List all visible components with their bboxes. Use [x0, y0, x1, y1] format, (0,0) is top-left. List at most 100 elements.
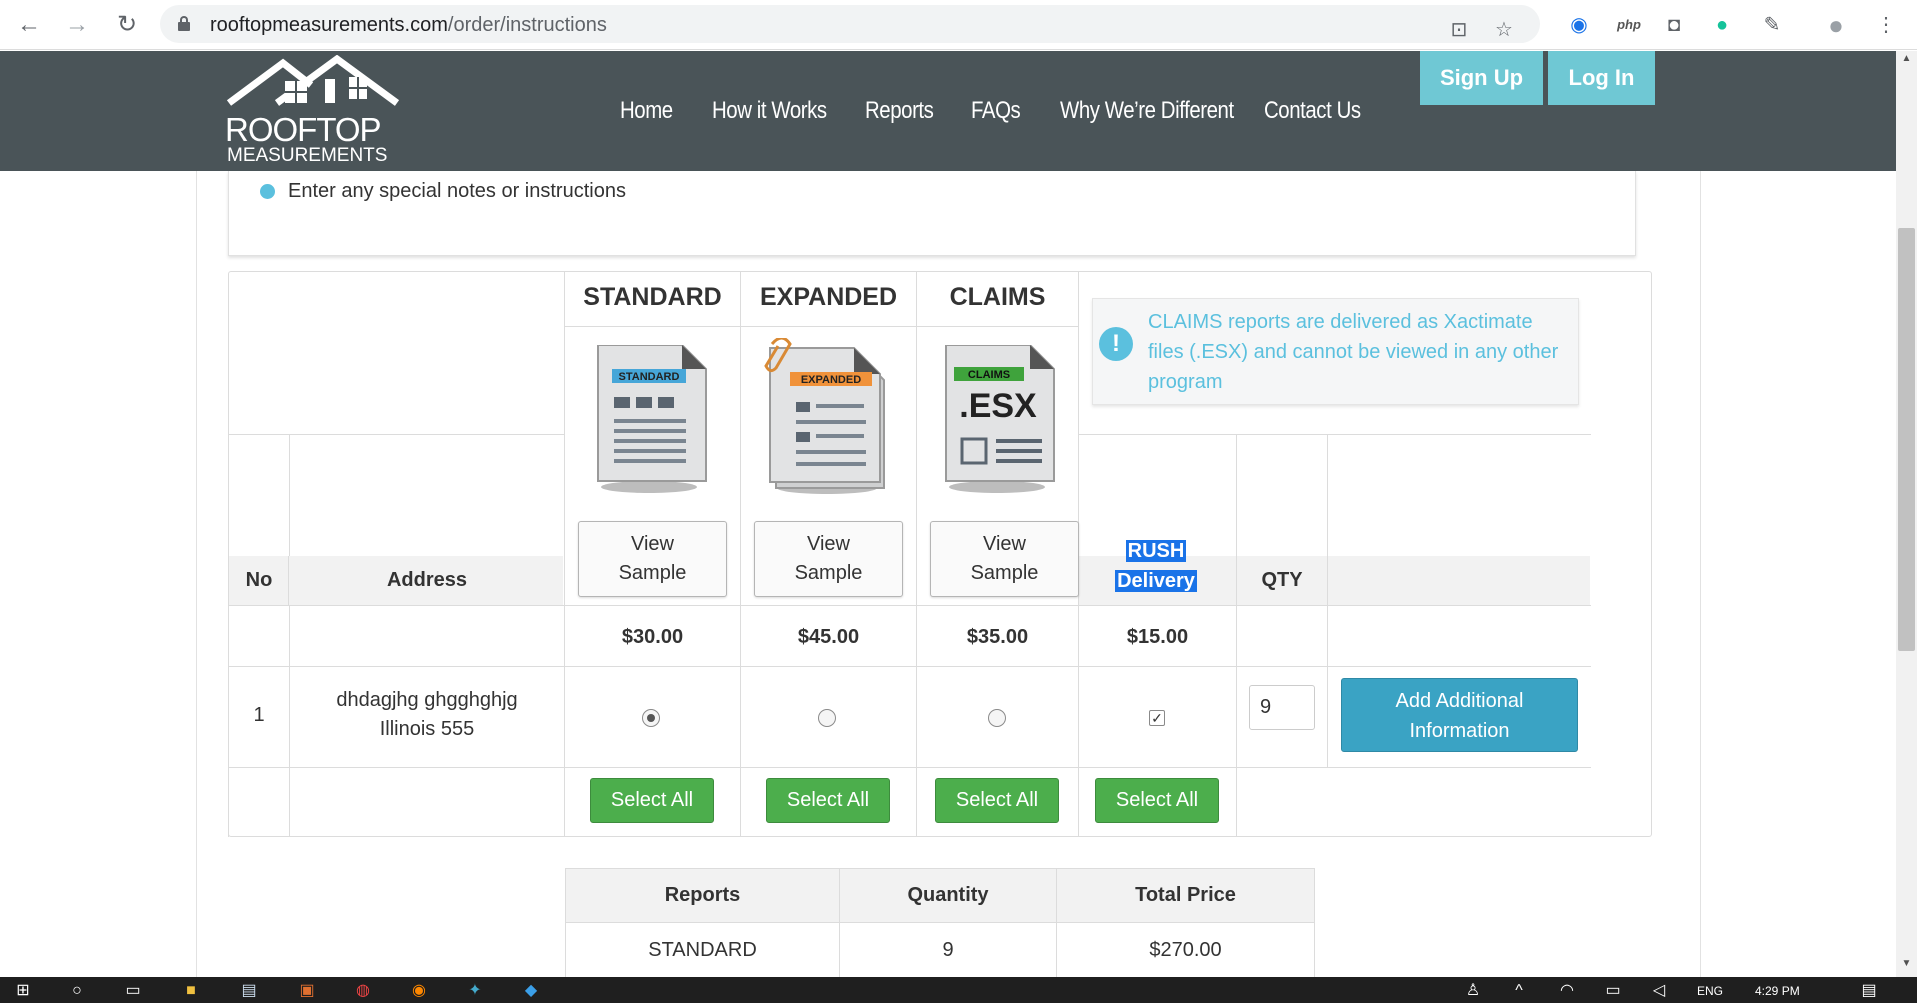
- sample-label: Sample: [970, 562, 1039, 584]
- expanded-badge-text: EXPANDED: [801, 374, 861, 386]
- eyedropper-icon[interactable]: ✎: [1758, 11, 1786, 39]
- app-icon[interactable]: ▣: [296, 980, 318, 1002]
- select-row-address-cell: [289, 767, 565, 837]
- task-view-icon[interactable]: ▭: [122, 980, 144, 1002]
- view-sample-claims-button[interactable]: View Sample: [930, 521, 1079, 597]
- claims-info-text: CLAIMS reports are delivered as Xactimat…: [1148, 311, 1559, 393]
- scrollbar-thumb[interactable]: [1898, 228, 1915, 651]
- windows-taskbar: ⊞ ○ ▭ ■ ▤ ▣ ◍ ◉ ✦ ◆ ♙ ^ ◠ ▭ ◁ ENG 4:29 P…: [0, 977, 1917, 1003]
- scroll-down-arrow-icon[interactable]: ▼: [1898, 958, 1915, 974]
- battery-icon[interactable]: ▭: [1602, 980, 1624, 1002]
- chevron-up-icon[interactable]: ^: [1508, 980, 1530, 1002]
- sample-label: Sample: [618, 562, 687, 584]
- claims-badge-text: CLAIMS: [968, 369, 1010, 381]
- select-all-expanded-button[interactable]: Select All: [766, 778, 890, 823]
- notes-instruction-text: Enter any special notes or instructions: [288, 180, 626, 202]
- summary-header-reports: Reports: [565, 868, 840, 923]
- star-bookmark-icon[interactable]: ☆: [1490, 16, 1518, 44]
- standard-report-icon: STANDARD: [597, 345, 707, 493]
- camera-icon[interactable]: ◘: [1660, 11, 1688, 39]
- quantity-input[interactable]: 9: [1249, 685, 1315, 730]
- claims-radio[interactable]: [988, 709, 1006, 727]
- url-text: rooftopmeasurements.com/order/instructio…: [210, 14, 607, 36]
- standard-radio[interactable]: [642, 709, 660, 727]
- nav-why-different[interactable]: Why We’re Different: [1060, 97, 1234, 125]
- grammarly-icon[interactable]: ●: [1708, 11, 1736, 39]
- forward-arrow-icon[interactable]: →: [62, 10, 92, 40]
- esx-label-text: .ESX: [959, 387, 1037, 425]
- price-action-cell: [1327, 605, 1591, 667]
- people-icon[interactable]: ♙: [1462, 980, 1484, 1002]
- scroll-up-arrow-icon[interactable]: ▲: [1898, 53, 1915, 69]
- row-number: 1: [253, 704, 265, 726]
- summary-header-total-price: Total Price: [1056, 868, 1315, 923]
- nav-how-it-works[interactable]: How it Works: [712, 97, 827, 125]
- select-all-rush-button[interactable]: Select All: [1095, 778, 1219, 823]
- main-nav: Home How it Works Reports FAQs Why We’re…: [620, 97, 1419, 125]
- view-sample-standard-button[interactable]: View Sample: [578, 521, 727, 597]
- summary-report-cell: STANDARD: [565, 922, 840, 978]
- firefox-icon[interactable]: ◉: [408, 980, 430, 1002]
- add-info-label2: Information: [1409, 720, 1510, 742]
- select-row-no-cell: [228, 767, 290, 837]
- menu-kebab-icon[interactable]: ⋮: [1872, 11, 1900, 39]
- price-claims: $35.00: [966, 626, 1029, 648]
- select-all-claims-button[interactable]: Select All: [935, 778, 1059, 823]
- select-all-standard-button[interactable]: Select All: [590, 778, 714, 823]
- nav-contact-us[interactable]: Contact Us: [1264, 97, 1361, 125]
- language-indicator[interactable]: ENG: [1697, 984, 1723, 998]
- file-explorer-icon[interactable]: ■: [180, 980, 202, 1002]
- address-column-header: Address: [386, 569, 468, 591]
- expanded-radio[interactable]: [818, 709, 836, 727]
- rush-checkbox[interactable]: ✓: [1149, 710, 1165, 726]
- volume-icon[interactable]: ◁: [1648, 980, 1670, 1002]
- clock-time[interactable]: 4:29 PM: [1755, 984, 1800, 998]
- rush-label: RUSH: [1125, 540, 1187, 562]
- browser-toolbar: ← → ↻ rooftopmeasurements.com/order/inst…: [0, 0, 1917, 50]
- logo-text-rooftop: ROOFTOP: [225, 111, 382, 148]
- nav-reports[interactable]: Reports: [865, 97, 934, 125]
- price-standard: $30.00: [621, 626, 684, 648]
- expanded-report-icon: EXPANDED: [764, 338, 885, 494]
- translate-icon[interactable]: ⊡: [1445, 16, 1473, 44]
- address-bar[interactable]: rooftopmeasurements.com/order/instructio…: [160, 5, 1540, 43]
- notepad-icon[interactable]: ▤: [238, 980, 260, 1002]
- nav-home[interactable]: Home: [620, 97, 673, 125]
- expanded-column-title: EXPANDED: [759, 283, 898, 311]
- qty-column-header: QTY: [1261, 569, 1303, 591]
- notifications-icon[interactable]: ▤: [1858, 980, 1880, 1002]
- profile-avatar-icon[interactable]: ●: [1822, 11, 1850, 39]
- address-line1: dhdagjhg ghgghghjg: [336, 689, 518, 711]
- php-extension-icon[interactable]: php: [1610, 11, 1648, 39]
- sample-label: Sample: [794, 562, 863, 584]
- chrome-icon[interactable]: ◍: [352, 980, 374, 1002]
- vscode-icon[interactable]: ◆: [520, 980, 542, 1002]
- delivery-label: Delivery: [1115, 570, 1197, 592]
- house-logo-icon: [226, 55, 400, 106]
- site-logo[interactable]: ROOFTOP MEASUREMENTS: [225, 55, 405, 167]
- no-column-header: No: [245, 569, 273, 591]
- view-label: View: [631, 533, 674, 555]
- info-exclamation-icon: !: [1099, 327, 1133, 361]
- price-rush: $15.00: [1126, 626, 1189, 648]
- extension-globe-icon[interactable]: ◉: [1565, 11, 1593, 39]
- view-label: View: [983, 533, 1026, 555]
- add-additional-information-button[interactable]: Add Additional Information: [1341, 678, 1578, 752]
- claims-column-title: CLAIMS: [949, 283, 1046, 311]
- price-row-no-cell: [228, 605, 290, 667]
- back-arrow-icon[interactable]: ←: [14, 10, 44, 40]
- log-in-button[interactable]: Log In: [1548, 51, 1655, 105]
- view-label: View: [807, 533, 850, 555]
- view-sample-expanded-button[interactable]: View Sample: [754, 521, 903, 597]
- search-icon[interactable]: ○: [66, 980, 88, 1002]
- network-icon[interactable]: ◠: [1556, 980, 1578, 1002]
- reload-icon[interactable]: ↻: [112, 10, 142, 40]
- bullet-icon: [260, 184, 275, 199]
- windows-start-icon[interactable]: ⊞: [12, 980, 34, 1002]
- price-expanded: $45.00: [797, 626, 860, 648]
- sign-up-button[interactable]: Sign Up: [1420, 51, 1543, 105]
- standard-badge-text: STANDARD: [619, 371, 680, 383]
- slack-icon[interactable]: ✦: [464, 980, 486, 1002]
- nav-faqs[interactable]: FAQs: [971, 97, 1021, 125]
- summary-quantity-cell: 9: [839, 922, 1057, 978]
